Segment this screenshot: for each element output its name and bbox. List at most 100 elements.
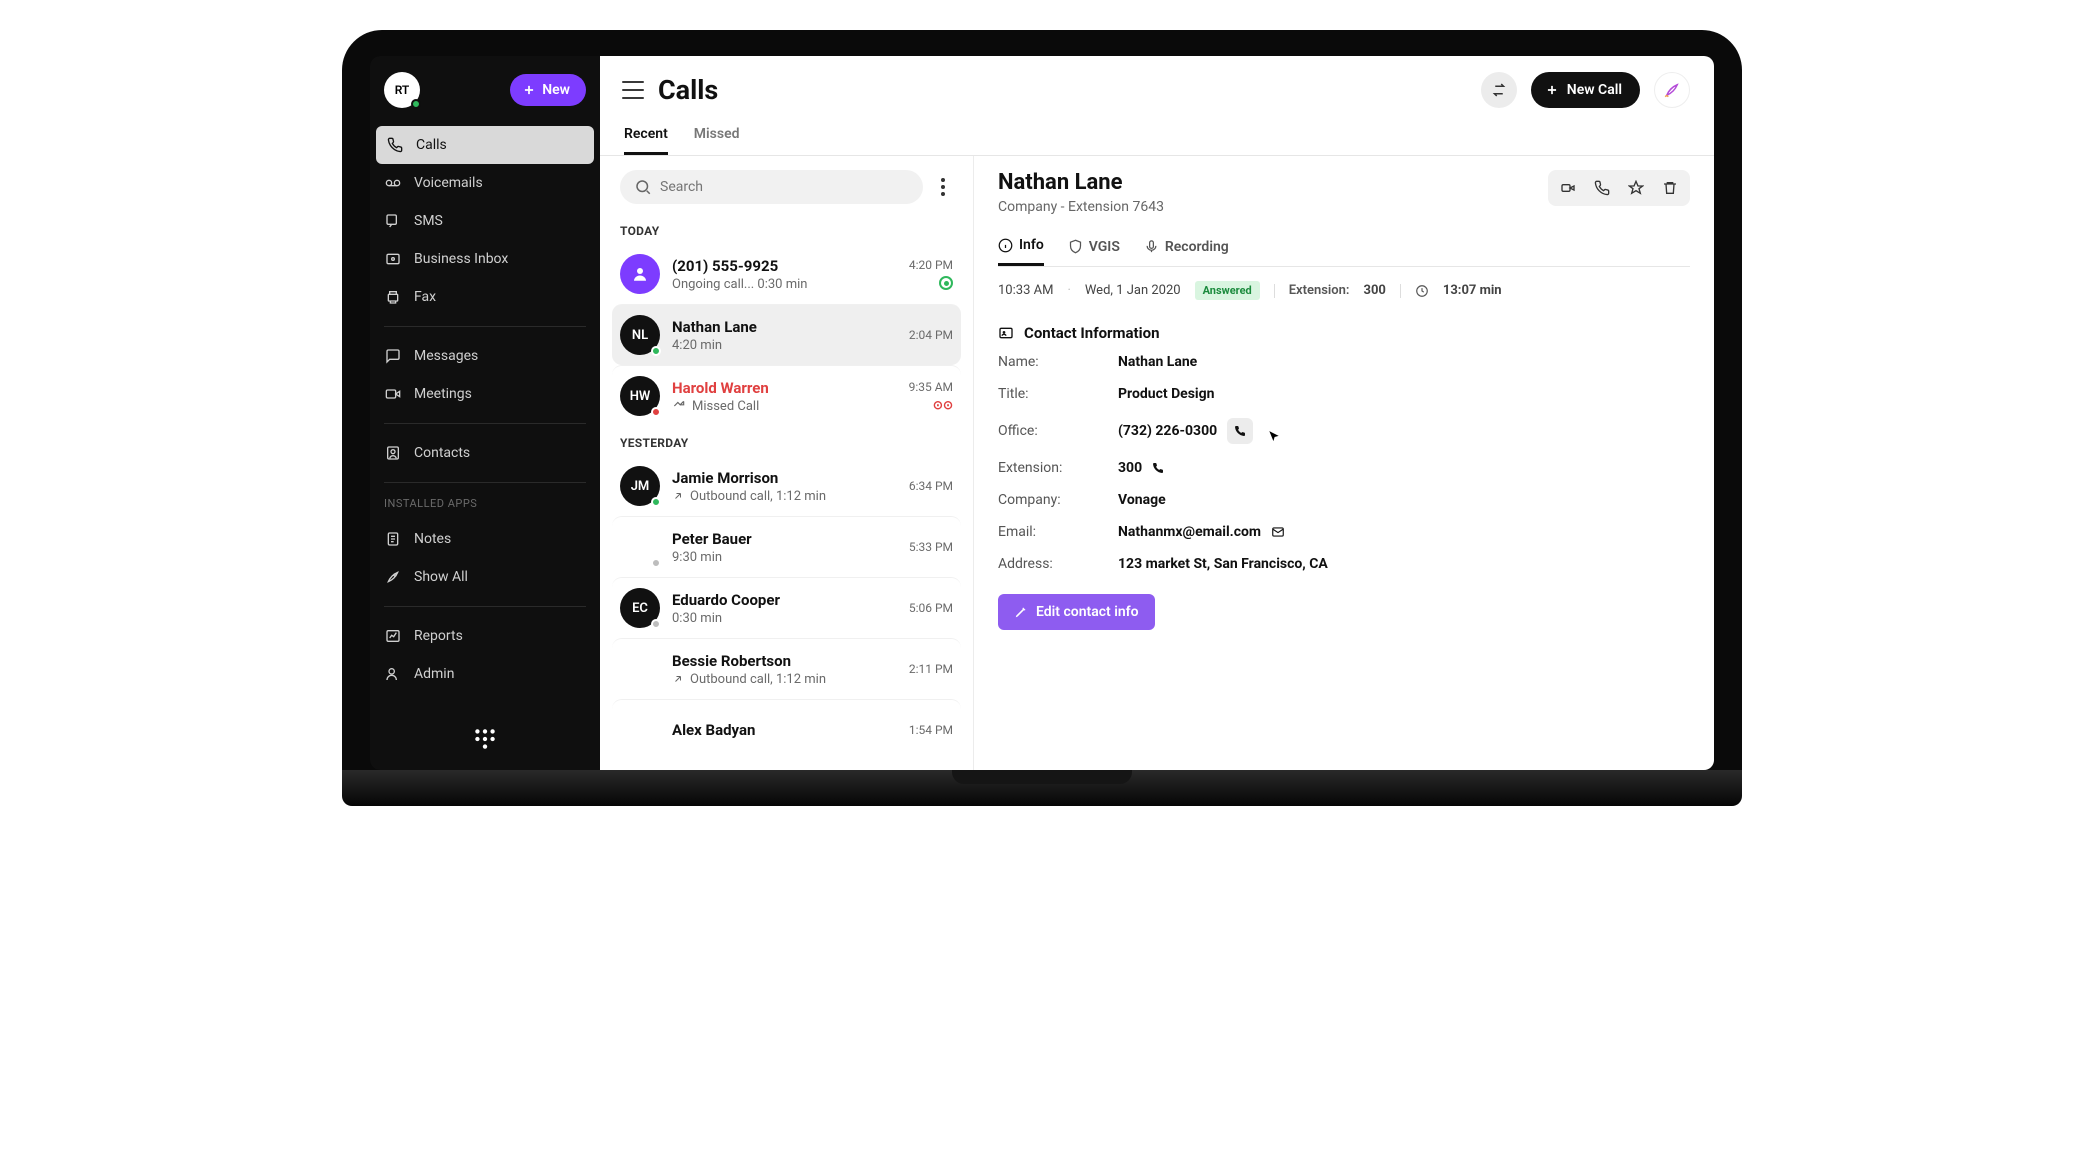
presence-dot-icon bbox=[651, 346, 661, 356]
transfer-button[interactable] bbox=[1481, 72, 1517, 108]
call-title: Bessie Robertson bbox=[672, 652, 897, 670]
dialpad-button[interactable] bbox=[472, 726, 498, 752]
sidebar-item-business-inbox[interactable]: Business Inbox bbox=[370, 240, 600, 278]
menu-toggle-button[interactable] bbox=[622, 81, 644, 99]
sidebar-item-reports[interactable]: Reports bbox=[370, 617, 600, 655]
call-item-ongoing[interactable]: (201) 555-9925 Ongoing call... 0:30 min … bbox=[612, 244, 961, 304]
sidebar-item-admin[interactable]: Admin bbox=[370, 655, 600, 693]
field-email-label: Email: bbox=[998, 524, 1118, 540]
phone-icon bbox=[1234, 425, 1246, 437]
sidebar-item-notes[interactable]: Notes bbox=[370, 520, 600, 558]
contact-subtitle: Company - Extension 7643 bbox=[998, 199, 1164, 215]
call-item[interactable]: EC Eduardo Cooper 0:30 min 5:06 PM bbox=[612, 577, 961, 638]
sidebar: RT New Calls Voicemails bbox=[370, 56, 600, 770]
call-title: Eduardo Cooper bbox=[672, 591, 897, 609]
sidebar-item-label: Show All bbox=[414, 569, 468, 585]
contact-info-heading: Contact Information bbox=[998, 324, 1690, 342]
caller-avatar bbox=[620, 649, 660, 689]
sidebar-item-messages[interactable]: Messages bbox=[370, 337, 600, 375]
plus-icon bbox=[522, 83, 536, 97]
video-icon bbox=[1560, 180, 1576, 196]
notes-icon bbox=[384, 530, 402, 548]
contacts-icon bbox=[384, 444, 402, 462]
call-item[interactable]: JM Jamie Morrison Outbound call, 1:12 mi… bbox=[612, 456, 961, 516]
status-badge: Answered bbox=[1195, 281, 1260, 300]
transfer-icon bbox=[1490, 81, 1508, 99]
outbound-icon bbox=[672, 673, 684, 685]
dtab-recording[interactable]: Recording bbox=[1144, 229, 1229, 266]
edit-contact-button[interactable]: Edit contact info bbox=[998, 594, 1155, 630]
cursor-icon bbox=[1267, 430, 1281, 444]
phone-icon bbox=[386, 136, 404, 154]
sidebar-item-label: SMS bbox=[414, 213, 443, 229]
sidebar-item-contacts[interactable]: Contacts bbox=[370, 434, 600, 472]
tab-recent[interactable]: Recent bbox=[624, 118, 668, 155]
sidebar-item-meetings[interactable]: Meetings bbox=[370, 375, 600, 413]
tab-missed[interactable]: Missed bbox=[694, 118, 740, 155]
video-icon bbox=[384, 385, 402, 403]
mail-icon[interactable] bbox=[1271, 525, 1285, 539]
field-title-label: Title: bbox=[998, 386, 1118, 402]
call-time: 2:04 PM bbox=[909, 328, 953, 342]
sidebar-item-calls[interactable]: Calls bbox=[376, 126, 594, 164]
shield-icon bbox=[1068, 239, 1083, 254]
sidebar-item-voicemails[interactable]: Voicemails bbox=[370, 164, 600, 202]
user-avatar[interactable]: RT bbox=[384, 72, 420, 108]
field-address-value: 123 market St, San Francisco, CA bbox=[1118, 556, 1328, 572]
call-time: 5:33 PM bbox=[909, 540, 953, 554]
call-item[interactable]: Peter Bauer 9:30 min 5:33 PM bbox=[612, 516, 961, 577]
sidebar-item-sms[interactable]: SMS bbox=[370, 202, 600, 240]
field-office-label: Office: bbox=[998, 423, 1118, 439]
mic-icon bbox=[1144, 239, 1159, 254]
phone-icon[interactable] bbox=[1152, 462, 1164, 474]
detail-tabs: Info VGIS Recording bbox=[998, 229, 1690, 267]
field-office-value: (732) 226-0300 bbox=[1118, 423, 1217, 439]
avatar-initials: RT bbox=[395, 83, 410, 97]
delete-button[interactable] bbox=[1654, 174, 1686, 202]
sidebar-item-show-all[interactable]: Show All bbox=[370, 558, 600, 596]
call-sub: Ongoing call... 0:30 min bbox=[672, 277, 897, 292]
field-title-value: Product Design bbox=[1118, 386, 1214, 402]
voicemail-badge-icon: ⊙⊙ bbox=[933, 398, 953, 412]
sidebar-item-label: Business Inbox bbox=[414, 251, 508, 267]
call-item-harold[interactable]: HW Harold Warren Missed Call bbox=[612, 365, 961, 426]
call-item[interactable]: Bessie Robertson Outbound call, 1:12 min… bbox=[612, 638, 961, 699]
call-item[interactable]: Alex Badyan 1:54 PM bbox=[612, 699, 961, 760]
call-title: Jamie Morrison bbox=[672, 469, 897, 487]
missed-call-icon bbox=[672, 399, 686, 413]
presence-dot-icon bbox=[651, 558, 661, 568]
chart-icon bbox=[384, 627, 402, 645]
call-office-button[interactable] bbox=[1227, 418, 1253, 444]
favorite-button[interactable] bbox=[1620, 174, 1652, 202]
person-icon bbox=[631, 265, 649, 283]
call-item-nathan[interactable]: NL Nathan Lane 4:20 min 2:04 PM bbox=[612, 304, 961, 365]
new-button[interactable]: New bbox=[510, 74, 586, 106]
contact-info-grid: Name:Nathan Lane Title:Product Design Of… bbox=[998, 354, 1690, 572]
section-yesterday: YESTERDAY bbox=[612, 426, 961, 456]
dtab-vgis[interactable]: VGIS bbox=[1068, 229, 1120, 266]
video-call-button[interactable] bbox=[1552, 174, 1584, 202]
meta-date: Wed, 1 Jan 2020 bbox=[1085, 283, 1181, 298]
sidebar-item-label: Admin bbox=[414, 666, 454, 682]
search-input[interactable] bbox=[660, 179, 909, 195]
field-email-value: Nathanmx@email.com bbox=[1118, 524, 1261, 540]
dtab-info[interactable]: Info bbox=[998, 229, 1044, 266]
call-sub: 9:30 min bbox=[672, 550, 897, 565]
search-box[interactable] bbox=[620, 170, 923, 204]
field-name-label: Name: bbox=[998, 354, 1118, 370]
caller-avatar: HW bbox=[620, 376, 660, 416]
meta-ext-value: 300 bbox=[1363, 283, 1385, 298]
sidebar-item-label: Calls bbox=[416, 137, 447, 153]
sidebar-item-label: Reports bbox=[414, 628, 463, 644]
outbound-icon bbox=[672, 490, 684, 502]
new-call-button[interactable]: New Call bbox=[1531, 72, 1640, 108]
launcher-button[interactable] bbox=[1654, 72, 1690, 108]
more-options-button[interactable] bbox=[933, 178, 953, 196]
call-title: Peter Bauer bbox=[672, 530, 897, 548]
call-button[interactable] bbox=[1586, 174, 1618, 202]
contact-actions bbox=[1548, 170, 1690, 206]
messages-icon bbox=[384, 347, 402, 365]
sidebar-item-fax[interactable]: Fax bbox=[370, 278, 600, 316]
admin-icon bbox=[384, 665, 402, 683]
clock-icon bbox=[1415, 284, 1429, 298]
